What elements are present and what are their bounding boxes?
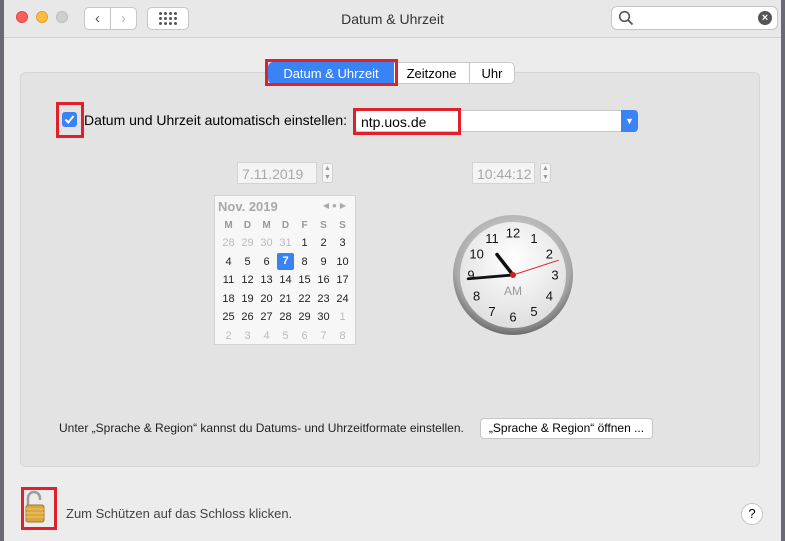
calendar-day[interactable]: 15 — [295, 271, 314, 290]
calendar-day[interactable]: 28 — [276, 308, 295, 327]
tab-bar: Datum & Uhrzeit Zeitzone Uhr — [268, 61, 515, 85]
calendar-day[interactable]: 20 — [257, 290, 276, 309]
open-region-button[interactable]: „Sprache & Region“ öffnen ... — [480, 418, 653, 439]
search-field[interactable]: × — [611, 6, 778, 30]
calendar-day[interactable]: 14 — [276, 271, 295, 290]
clock-numeral: 8 — [473, 289, 480, 304]
clock-numeral: 9 — [467, 268, 474, 283]
calendar-day[interactable]: 25 — [219, 308, 238, 327]
clock-numeral: 3 — [551, 268, 558, 283]
lock-hint-text: Zum Schützen auf das Schloss klicken. — [66, 506, 293, 521]
clock-numeral: 4 — [546, 289, 553, 304]
calendar-day[interactable]: 26 — [238, 308, 257, 327]
calendar-day[interactable]: 4 — [219, 253, 238, 272]
time-server-value: ntp.uos.de — [361, 114, 427, 130]
calendar-grid: MDMDFSS 28 29 30 31 1 2 3 4 5 6 7 8 9 10 11 12 13 14 15 16 1… — [219, 217, 352, 345]
calendar-nav[interactable]: ◀●▶ — [323, 201, 349, 210]
clock-numeral: 10 — [469, 247, 483, 262]
clear-search-icon[interactable]: × — [758, 11, 772, 25]
calendar-day[interactable]: 9 — [314, 253, 333, 272]
date-field[interactable]: 7.11.2019 — [237, 162, 317, 184]
calendar-day[interactable]: 3 — [333, 234, 352, 253]
calendar-day[interactable]: 30 — [314, 308, 333, 327]
calendar-day[interactable]: 2 — [314, 234, 333, 253]
calendar-day[interactable]: 31 — [276, 234, 295, 253]
tab-date-time[interactable]: Datum & Uhrzeit — [268, 62, 394, 84]
auto-time-checkbox[interactable] — [62, 112, 77, 127]
checkmark-icon — [64, 115, 75, 125]
calendar-month-label: Nov. 2019 — [218, 199, 278, 214]
calendar-day[interactable]: 6 — [257, 253, 276, 272]
auto-time-label: Datum und Uhrzeit automatisch einstellen… — [84, 112, 348, 128]
calendar-day[interactable]: 29 — [295, 308, 314, 327]
weekday-header: S — [320, 220, 327, 231]
calendar-day[interactable]: 29 — [238, 234, 257, 253]
calendar: Nov. 2019 ◀●▶ MDMDFSS 28 29 30 31 1 2 3 4 5 6 7 8 9 1… — [214, 195, 356, 345]
weekday-header: F — [301, 220, 308, 231]
calendar-day[interactable]: 10 — [333, 253, 352, 272]
calendar-day[interactable]: 11 — [219, 271, 238, 290]
tab-time-zone[interactable]: Zeitzone — [394, 62, 470, 84]
calendar-day[interactable]: 23 — [314, 290, 333, 309]
calendar-day[interactable]: 8 — [333, 327, 352, 346]
clock-numeral: 12 — [506, 226, 520, 241]
search-icon — [618, 10, 634, 26]
calendar-day[interactable]: 18 — [219, 290, 238, 309]
calendar-day[interactable]: 5 — [238, 253, 257, 272]
help-button[interactable]: ? — [741, 503, 763, 525]
weekday-header: D — [281, 220, 290, 231]
calendar-day[interactable]: 2 — [219, 327, 238, 346]
calendar-day[interactable]: 19 — [238, 290, 257, 309]
calendar-day[interactable]: 5 — [276, 327, 295, 346]
calendar-day[interactable]: 7 — [314, 327, 333, 346]
time-field[interactable]: 10:44:12 — [472, 162, 535, 184]
calendar-day[interactable]: 16 — [314, 271, 333, 290]
calendar-day[interactable]: 12 — [238, 271, 257, 290]
clock-numeral: 7 — [488, 304, 495, 319]
weekday-header: M — [262, 220, 271, 231]
lock-icon[interactable] — [24, 490, 50, 524]
calendar-day[interactable]: 13 — [257, 271, 276, 290]
weekday-header: D — [243, 220, 252, 231]
tab-clock[interactable]: Uhr — [470, 62, 515, 84]
calendar-day[interactable]: 27 — [257, 308, 276, 327]
time-stepper[interactable]: ▲ ▼ — [540, 163, 551, 183]
time-server-combobox[interactable]: ntp.uos.de ▼ — [354, 110, 638, 132]
calendar-day[interactable]: 28 — [219, 234, 238, 253]
calendar-day[interactable]: 6 — [295, 327, 314, 346]
calendar-day[interactable]: 3 — [238, 327, 257, 346]
region-hint: Unter „Sprache & Region“ kannst du Datum… — [59, 421, 464, 435]
weekday-header: M — [224, 220, 233, 231]
clock-ampm: AM — [504, 284, 522, 298]
weekday-header: S — [339, 220, 346, 231]
calendar-day[interactable]: 8 — [295, 253, 314, 272]
clock-numeral: 2 — [546, 247, 553, 262]
title-bar: ‹ › Datum & Uhrzeit × — [4, 0, 781, 38]
chevron-down-icon[interactable]: ▼ — [621, 110, 638, 132]
clock-numeral: 1 — [530, 231, 537, 246]
calendar-day[interactable]: 1 — [295, 234, 314, 253]
clock-center — [510, 272, 516, 278]
calendar-day[interactable]: 21 — [276, 290, 295, 309]
calendar-day[interactable]: 24 — [333, 290, 352, 309]
calendar-day[interactable]: 30 — [257, 234, 276, 253]
clock-numeral: 5 — [530, 304, 537, 319]
calendar-day[interactable]: 4 — [257, 327, 276, 346]
date-stepper[interactable]: ▲ ▼ — [322, 163, 333, 183]
calendar-day[interactable]: 17 — [333, 271, 352, 290]
analog-clock: 12 12 3 45678 9 1011 AM — [453, 215, 573, 335]
clock-numeral: 6 — [509, 310, 516, 325]
clock-numeral: 11 — [485, 231, 499, 246]
calendar-day[interactable]: 1 — [333, 308, 352, 327]
calendar-day[interactable]: 22 — [295, 290, 314, 309]
calendar-day-selected[interactable]: 7 — [276, 253, 295, 272]
